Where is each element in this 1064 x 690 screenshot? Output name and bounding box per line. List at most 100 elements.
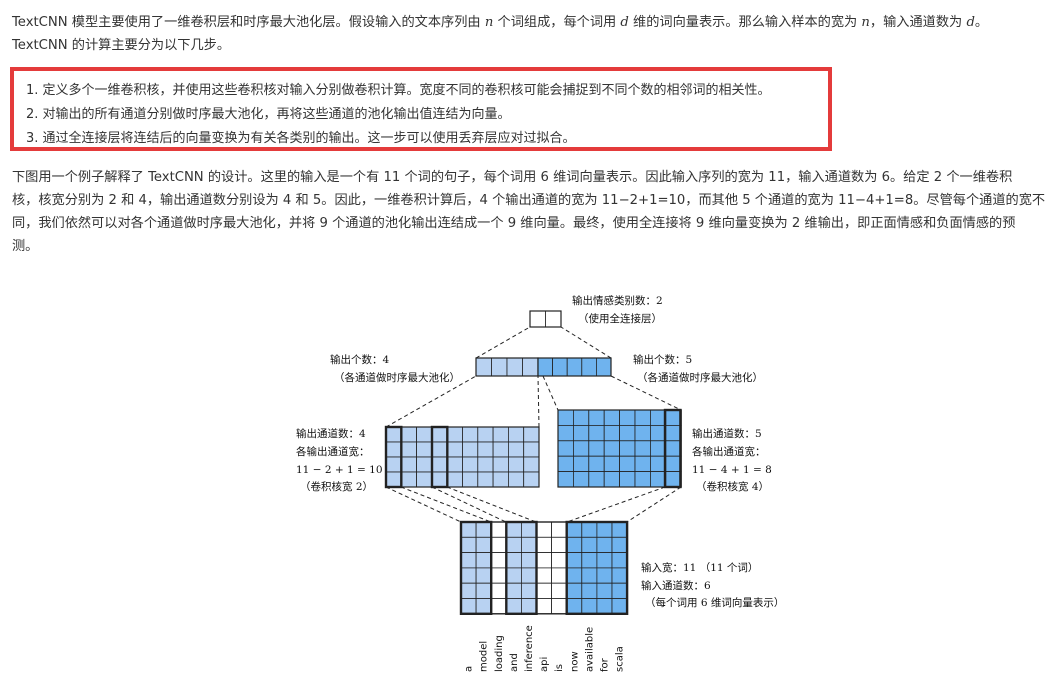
conv-output-right-cell bbox=[588, 424, 605, 442]
conv-output-right-cell bbox=[634, 471, 651, 488]
input-cell bbox=[551, 567, 568, 584]
conv-output-left-cell bbox=[400, 471, 417, 488]
dash-pool-left-b bbox=[537, 375, 540, 428]
input-cell bbox=[521, 582, 537, 599]
input-cell bbox=[581, 567, 598, 584]
input-cell bbox=[475, 582, 492, 599]
conv-output-left-cell bbox=[523, 456, 540, 473]
textcnn-diagram: 输出情感类别数：2 （使用全连接层） 输出个数：4 （各通道做时序最大池化） 输… bbox=[296, 294, 784, 672]
pooled-vector-right-cell bbox=[552, 357, 568, 377]
conv-output-left-cell bbox=[477, 426, 494, 443]
conv-output-left-cell bbox=[446, 441, 463, 458]
pooled-vector-right-cell bbox=[581, 357, 597, 377]
input-cell bbox=[505, 536, 522, 553]
conv-output-left-cell bbox=[385, 471, 402, 488]
input-cell bbox=[611, 582, 628, 599]
input-word-1: model bbox=[479, 641, 490, 672]
conv-output-right-cell bbox=[619, 471, 636, 488]
conv-output-right-cell bbox=[603, 409, 621, 426]
input-cell bbox=[460, 582, 477, 599]
conv-output-right-cell bbox=[619, 455, 636, 473]
input-cell bbox=[536, 582, 553, 599]
input-cell bbox=[521, 598, 537, 615]
conv-output-right-cell bbox=[603, 424, 621, 442]
conv-output-left-cell bbox=[523, 426, 540, 443]
step-1: 1. 定义多个一维卷积核，并使用这些卷积核对输入分别做卷积计算。宽度不同的卷积核… bbox=[26, 83, 771, 98]
conv-output-left-cell bbox=[477, 456, 494, 473]
conv-output-left bbox=[385, 426, 540, 488]
conv-output-right-cell bbox=[619, 409, 636, 426]
conv-output-right-cell bbox=[557, 424, 574, 442]
input-cell bbox=[596, 536, 613, 553]
input-cell bbox=[521, 521, 537, 538]
conv-output-right-cell bbox=[650, 440, 667, 457]
input-word-6: is bbox=[554, 664, 565, 672]
input-word-7: now bbox=[569, 651, 580, 672]
pool-right-sublabel: （各通道做时序最大池化） bbox=[637, 371, 763, 384]
dash-fc-left bbox=[475, 326, 531, 359]
input-cell bbox=[490, 536, 507, 553]
pool-right-label: 输出个数：5 bbox=[633, 353, 692, 366]
input-cell bbox=[475, 552, 492, 569]
dash-in-left-2 bbox=[400, 486, 492, 523]
conv-output-left-cell bbox=[431, 456, 448, 473]
var-d-2: d bbox=[966, 15, 975, 30]
conv-output-right-cell bbox=[665, 440, 682, 457]
conv-output-right-cell bbox=[588, 471, 605, 488]
input-cell bbox=[566, 536, 583, 553]
conv-output-right-cell bbox=[557, 471, 574, 488]
input-cell bbox=[505, 598, 522, 615]
conv-output-right-cell bbox=[634, 424, 651, 442]
fc-output-sublabel: （使用全连接层） bbox=[578, 312, 662, 325]
pooled-vector-left-cell bbox=[522, 357, 539, 377]
pooled-vector-left bbox=[475, 357, 539, 377]
conv-output-right-cell bbox=[588, 440, 605, 457]
conv-output-left-cell bbox=[446, 426, 463, 443]
input-cell bbox=[566, 598, 583, 615]
conv-output-left-cell bbox=[507, 471, 525, 488]
input-cell bbox=[475, 521, 492, 538]
input-cell bbox=[581, 582, 598, 599]
conv-output-left-cell bbox=[477, 471, 494, 488]
conv-output-right-cell bbox=[557, 455, 574, 473]
intro-line-2: TextCNN 的计算主要分为以下几步。 bbox=[12, 38, 231, 53]
input-word-8: available bbox=[584, 627, 595, 672]
conv-output-left-cell bbox=[462, 426, 479, 443]
input-word-3: and bbox=[509, 653, 520, 672]
conv-output-right-cell bbox=[573, 471, 590, 488]
input-cell bbox=[460, 536, 477, 553]
conv-output-left-cell bbox=[385, 426, 402, 443]
input-cell bbox=[521, 536, 537, 553]
dash-in-left-4 bbox=[446, 486, 537, 523]
input-cell bbox=[460, 567, 477, 584]
conv-output-right-cell bbox=[573, 409, 590, 426]
conv-output-right-cell bbox=[557, 440, 574, 457]
pooled-vector-right bbox=[537, 357, 612, 377]
conv-output-left-cell bbox=[477, 441, 494, 458]
input-cell bbox=[460, 521, 477, 538]
var-n-2: n bbox=[861, 15, 870, 30]
conv-output-left-cell bbox=[431, 426, 448, 443]
conv-output-left-cell bbox=[446, 456, 463, 473]
input-cell bbox=[596, 552, 613, 569]
input-cell bbox=[611, 567, 628, 584]
conv-output-right-cell bbox=[634, 440, 651, 457]
input-matrix bbox=[460, 521, 628, 615]
input-cell bbox=[460, 598, 477, 615]
steps-highlight-box: 1. 定义多个一维卷积核，并使用这些卷积核对输入分别做卷积计算。宽度不同的卷积核… bbox=[10, 67, 832, 151]
pooled-vector-left-cell bbox=[506, 357, 523, 377]
fc-output-vector-cell bbox=[545, 310, 562, 328]
dash-pool-right-a bbox=[542, 375, 559, 411]
input-cell bbox=[596, 582, 613, 599]
dash-in-left-1 bbox=[385, 486, 462, 523]
para2-line-4: 测。 bbox=[12, 239, 39, 254]
input-cell bbox=[596, 521, 613, 538]
dash-fc-right bbox=[560, 326, 612, 359]
conv-left-label-4: （卷积核宽 2） bbox=[300, 480, 373, 493]
input-cell bbox=[551, 536, 568, 553]
input-cell bbox=[521, 552, 537, 569]
input-cell bbox=[490, 582, 507, 599]
conv-output-left-cell bbox=[416, 456, 433, 473]
input-cell bbox=[490, 552, 507, 569]
conv-output-left-cell bbox=[416, 426, 433, 443]
